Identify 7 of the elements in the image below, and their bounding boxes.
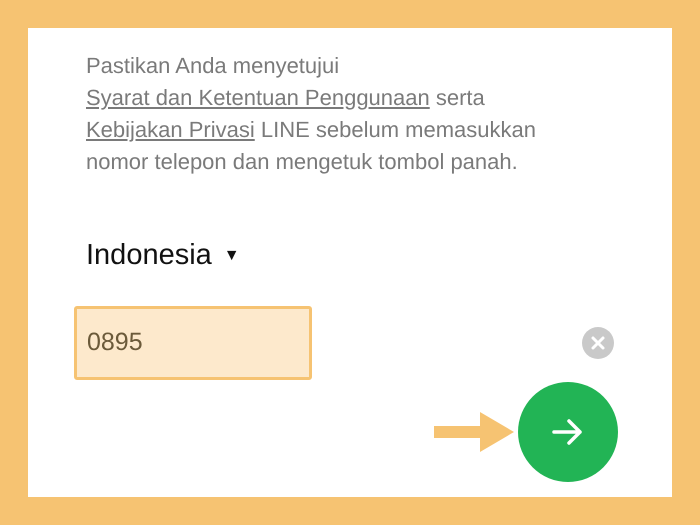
clear-icon[interactable] bbox=[582, 326, 614, 358]
terms-link[interactable]: Kebijakan Privasi bbox=[86, 117, 255, 142]
terms-notice: Pastikan Anda menyetujui Syarat dan Ketentuan Penggunaan serta Kebijakan Privasi LINE sebelum memasukkan nomor telepon dan mengetuk tombol panah. bbox=[86, 52, 537, 176]
phone-field[interactable]: 0895 bbox=[74, 306, 312, 380]
arrow-right-icon bbox=[552, 418, 584, 446]
country-dropdown[interactable]: Indonesia ▼ bbox=[86, 234, 240, 278]
terms-link[interactable]: Syarat dan Ketentuan Penggunaan bbox=[86, 85, 430, 110]
